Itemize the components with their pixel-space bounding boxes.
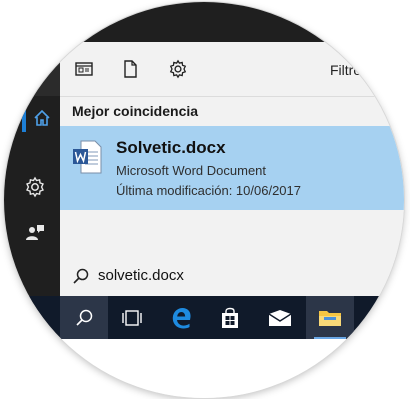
search-query: solvetic.docx: [98, 267, 184, 284]
sidebar-item-home[interactable]: [22, 98, 62, 138]
result-title: Solvetic.docx: [116, 138, 226, 157]
feedback-icon[interactable]: [24, 222, 46, 244]
taskbar-task-view-button[interactable]: [108, 296, 156, 339]
document-icon[interactable]: [120, 59, 140, 79]
file-explorer-icon: [319, 310, 341, 326]
word-document-icon: [73, 140, 102, 174]
mail-icon: [268, 309, 292, 326]
settings-icon[interactable]: [24, 176, 46, 198]
taskbar-file-explorer-button[interactable]: [306, 296, 354, 339]
result-modified-date: Última modificación: 10/06/2017: [116, 183, 301, 198]
taskbar-mail-button[interactable]: [256, 296, 304, 339]
search-input[interactable]: solvetic.docx: [60, 256, 404, 296]
section-title: Mejor coincidencia: [72, 103, 199, 119]
search-icon: [76, 309, 93, 326]
search-icon: [73, 268, 89, 284]
best-match-result[interactable]: Solvetic.docx Microsoft Word Document Úl…: [60, 126, 404, 210]
edge-icon: [172, 307, 191, 329]
sidebar-top: [4, 42, 60, 96]
taskbar-search-button[interactable]: [60, 296, 108, 339]
taskbar-store-button[interactable]: [206, 296, 254, 339]
result-type: Microsoft Word Document: [116, 163, 267, 178]
filter-button[interactable]: Filtro: [330, 62, 361, 78]
task-view-icon: [122, 309, 142, 326]
taskbar-edge-button[interactable]: [158, 296, 206, 339]
apps-icon[interactable]: [74, 59, 94, 79]
taskbar: [4, 296, 404, 339]
home-icon: [34, 109, 50, 126]
store-icon: [222, 307, 238, 328]
top-dark-strip: [4, 2, 404, 42]
sidebar-active-indicator: [22, 104, 26, 132]
settings-icon[interactable]: [168, 59, 188, 79]
magnifier-frame: Filtro Mejor coincidencia Solvetic.docx …: [4, 2, 404, 398]
results-toolbar: Filtro: [60, 42, 404, 97]
desktop-background: [4, 339, 404, 398]
